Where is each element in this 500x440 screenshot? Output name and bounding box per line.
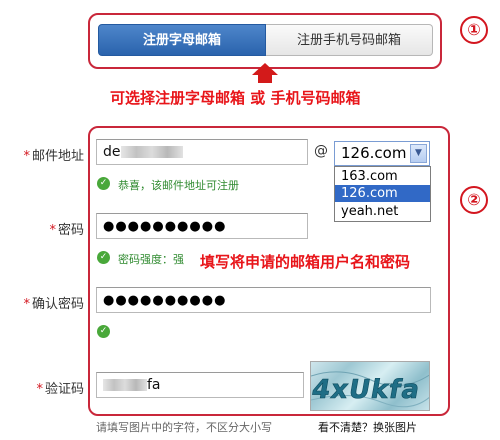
email-input[interactable]: de [96, 139, 308, 165]
domain-option-163[interactable]: 163.com [335, 168, 430, 185]
email-label: * 邮件地址 [23, 149, 84, 164]
domain-dropdown-list: 163.com 126.com yeah.net [334, 166, 431, 222]
redacted-blur [103, 379, 147, 391]
up-arrow-stem [258, 74, 272, 83]
tab-phone-email[interactable]: 注册手机号码邮箱 [266, 24, 433, 56]
check-icon: ✓ [97, 325, 110, 338]
captcha-input-value: fa [147, 377, 161, 393]
confirm-password-label: * 确认密码 [23, 297, 84, 312]
email-input-value: de [103, 144, 121, 160]
chevron-down-icon[interactable]: ▼ [410, 144, 427, 163]
redacted-blur [120, 146, 183, 158]
password-input[interactable]: ●●●●●●●●●● [96, 213, 308, 239]
domain-select[interactable]: 126.com ▼ [334, 141, 430, 166]
tab-letter-email[interactable]: 注册字母邮箱 [98, 24, 266, 56]
confirm-password-input[interactable]: ●●●●●●●●●● [96, 287, 431, 313]
annotation-marker-2: ② [460, 186, 488, 214]
domain-option-126[interactable]: 126.com [335, 185, 430, 202]
captcha-image[interactable]: 4xUkfa [310, 361, 430, 411]
confirm-password-value: ●●●●●●●●●● [103, 293, 227, 308]
captcha-text: 4xUkfa [311, 375, 423, 405]
captcha-input[interactable]: fa [96, 372, 304, 398]
domain-option-yeah[interactable]: yeah.net [335, 203, 430, 220]
tab-group-frame: 注册字母邮箱 注册手机号码邮箱 [88, 13, 442, 69]
captcha-hint: 请填写图片中的字符，不区分大小写 [96, 421, 272, 434]
at-sign: @ [314, 143, 328, 159]
tabs-annotation-note: 可选择注册字母邮箱 或 手机号码邮箱 [110, 89, 361, 107]
check-icon: ✓ [97, 251, 110, 264]
domain-select-value: 126.com [341, 144, 407, 162]
password-strength-text: 密码强度：强 [118, 253, 184, 266]
captcha-label: * 验证码 [36, 382, 84, 397]
refresh-captcha-link[interactable]: 看不清楚？换张图片 [318, 419, 417, 435]
annotation-marker-1: ① [460, 16, 488, 44]
captcha-graphic: 4xUkfa [311, 371, 429, 408]
check-icon: ✓ [97, 177, 110, 190]
form-annotation-note: 填写将申请的邮箱用户名和密码 [200, 253, 411, 271]
password-label: * 密码 [49, 223, 84, 238]
password-value: ●●●●●●●●●● [103, 219, 227, 234]
email-success-text: 恭喜，该邮件地址可注册 [118, 179, 239, 192]
